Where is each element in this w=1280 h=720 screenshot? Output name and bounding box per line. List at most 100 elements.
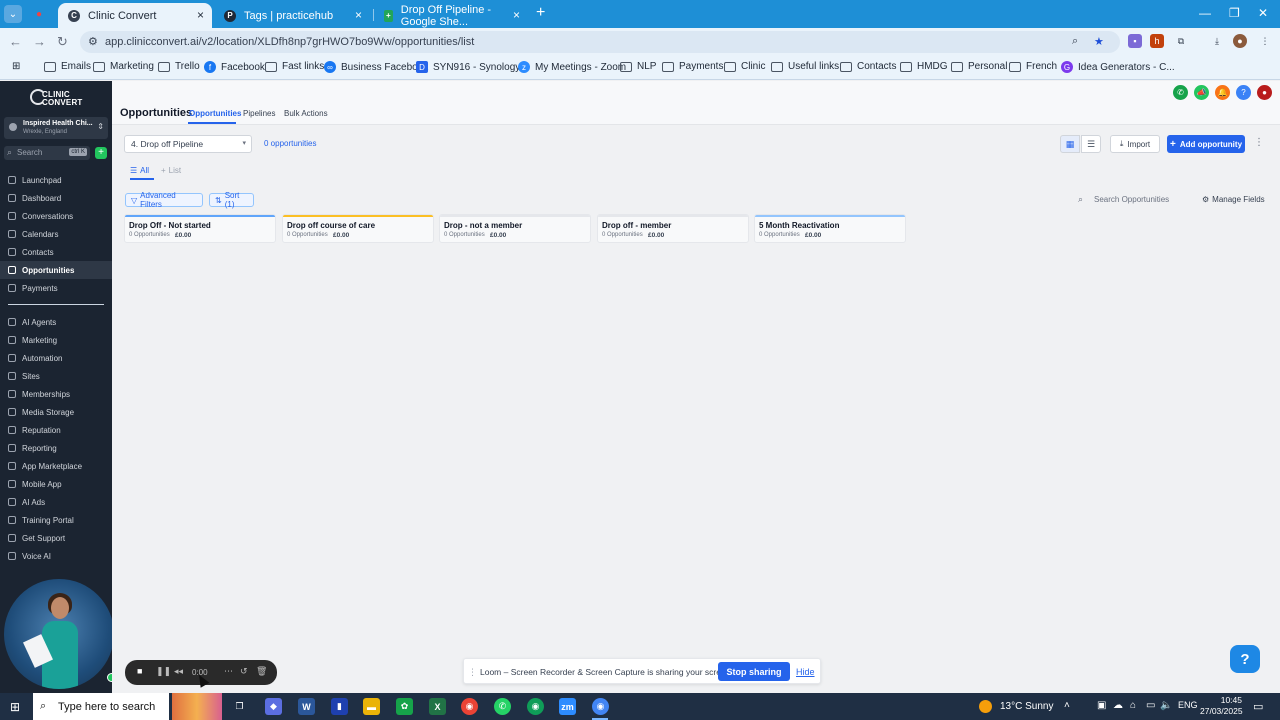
notification-bell-icon[interactable]: 🔔 bbox=[1215, 85, 1230, 100]
monitor-icon[interactable]: ▭ bbox=[1146, 700, 1155, 711]
bookmark-fast-links[interactable]: Fast links bbox=[265, 61, 324, 72]
close-icon[interactable]: × bbox=[513, 8, 520, 22]
taskbar-search[interactable]: ⌕ Type here to search bbox=[33, 693, 169, 720]
network-icon[interactable]: ⌂ bbox=[1130, 700, 1136, 711]
flag-app-icon[interactable]: ▮ bbox=[331, 698, 348, 715]
extension-icon[interactable]: ▪ bbox=[1128, 34, 1142, 48]
list-view-icon[interactable]: ☰ bbox=[1081, 135, 1101, 153]
drag-handle-icon[interactable]: ⋮ bbox=[468, 667, 477, 678]
sidebar-item-automation[interactable]: Automation bbox=[0, 349, 112, 367]
help-chat-button[interactable]: ? bbox=[1230, 645, 1260, 673]
weather-widget[interactable]: 13°C Sunny bbox=[979, 700, 1053, 713]
task-view-icon[interactable]: ❐ bbox=[231, 698, 248, 715]
bookmark-star-icon[interactable]: ★ bbox=[1094, 35, 1104, 48]
board-view-icon[interactable]: ▦ bbox=[1060, 135, 1080, 153]
stop-sharing-button[interactable]: Stop sharing bbox=[718, 662, 790, 681]
reload-icon[interactable]: ↻ bbox=[57, 34, 68, 50]
word-icon[interactable]: W bbox=[298, 698, 315, 715]
sidebar-item-contacts[interactable]: Contacts bbox=[0, 243, 112, 261]
manage-fields-button[interactable]: ⚙ Manage Fields bbox=[1202, 195, 1265, 204]
sidebar-item-ai-agents[interactable]: AI Agents bbox=[0, 313, 112, 331]
rewind-icon[interactable]: ◂◂ bbox=[174, 666, 183, 677]
browser-menu-icon[interactable]: ⋮ bbox=[1258, 34, 1272, 48]
megaphone-icon[interactable]: 📣 bbox=[1194, 85, 1209, 100]
tab-practicehub[interactable]: P Tags | practicehub × bbox=[214, 3, 370, 28]
pipeline-select[interactable]: 4. Drop off Pipeline ▾ bbox=[124, 135, 252, 153]
tray-app-icon[interactable]: ▣ bbox=[1097, 700, 1106, 711]
bookmark-facebook[interactable]: f Facebook bbox=[204, 61, 265, 73]
tab-bulk-actions[interactable]: Bulk Actions bbox=[284, 109, 328, 118]
delete-icon[interactable]: 🗑 bbox=[256, 666, 267, 677]
extensions-puzzle-icon[interactable]: ⧉ bbox=[1174, 34, 1188, 48]
pipeline-stage[interactable]: Drop off course of care 0 Opportunities … bbox=[282, 214, 434, 243]
bookmark-marketing[interactable]: Marketing bbox=[93, 61, 154, 72]
new-tab-icon[interactable]: + bbox=[536, 4, 545, 22]
drawing-tools-icon[interactable]: ⋯ bbox=[224, 666, 233, 677]
avatar[interactable]: ● bbox=[1233, 34, 1247, 48]
site-info-icon[interactable]: ⚙ bbox=[88, 35, 98, 48]
pipeline-stage[interactable]: 5 Month Reactivation 0 Opportunities £0.… bbox=[754, 214, 906, 243]
sidebar-item-ai-ads[interactable]: AI Ads bbox=[0, 493, 112, 511]
bookmark-nlp[interactable]: NLP bbox=[620, 61, 656, 72]
sidebar-item-opportunities[interactable]: Opportunities bbox=[0, 261, 112, 279]
bookmark-emails[interactable]: Emails bbox=[44, 61, 91, 72]
zoom-icon[interactable]: zm bbox=[559, 698, 576, 715]
sidebar-item-get-support[interactable]: Get Support bbox=[0, 529, 112, 547]
view-tab-list[interactable]: + List bbox=[161, 166, 181, 175]
loom-camera-bubble[interactable] bbox=[4, 579, 114, 689]
sidebar-item-conversations[interactable]: Conversations bbox=[0, 207, 112, 225]
file-explorer-icon[interactable]: ▬ bbox=[363, 698, 380, 715]
bookmark-idea-generators[interactable]: G Idea Generators - C... bbox=[1061, 61, 1175, 73]
window-close-icon[interactable]: ✕ bbox=[1258, 6, 1268, 20]
apps-grid-icon[interactable]: ⊞ bbox=[12, 61, 20, 72]
help-icon[interactable]: ? bbox=[1236, 85, 1251, 100]
sidebar-item-marketing[interactable]: Marketing bbox=[0, 331, 112, 349]
extension-icon[interactable]: h bbox=[1150, 34, 1164, 48]
tray-cloud-icon[interactable]: ☁ bbox=[1113, 700, 1123, 711]
bookmark-clinic[interactable]: Clinic bbox=[724, 61, 765, 72]
hide-link[interactable]: Hide bbox=[796, 667, 815, 677]
minimize-icon[interactable]: — bbox=[1199, 6, 1211, 20]
zoom-search-icon[interactable]: ⌕ bbox=[1072, 35, 1078, 48]
sidebar-search[interactable]: ⌕ Search ctrl K bbox=[4, 146, 90, 160]
app-icon[interactable]: ✿ bbox=[396, 698, 413, 715]
notifications-icon[interactable]: ▭ bbox=[1253, 700, 1263, 713]
bookmark-contacts[interactable]: Contacts bbox=[840, 61, 896, 72]
stop-recording-icon[interactable]: ■ bbox=[137, 666, 142, 676]
bookmark-trello[interactable]: Trello bbox=[158, 61, 200, 72]
add-opportunity-button[interactable]: + Add opportunity bbox=[1167, 135, 1245, 153]
advanced-filters-button[interactable]: ▽ Advanced Filters bbox=[125, 191, 203, 209]
tab-pipelines[interactable]: Pipelines bbox=[243, 109, 275, 118]
restart-icon[interactable]: ↺ bbox=[240, 666, 248, 677]
bookmark-payments[interactable]: Payments bbox=[662, 61, 723, 72]
bookmark-zoom[interactable]: z My Meetings - Zoom bbox=[518, 61, 626, 73]
quick-add-button[interactable]: + bbox=[95, 147, 107, 159]
import-button[interactable]: ⤓ Import bbox=[1110, 135, 1160, 153]
sidebar-item-launchpad[interactable]: Launchpad bbox=[0, 171, 112, 189]
account-switcher[interactable]: Inspired Health Chi... Wrexle, England ⇕ bbox=[4, 117, 108, 139]
sidebar-item-reporting[interactable]: Reporting bbox=[0, 439, 112, 457]
language-indicator[interactable]: ENG bbox=[1178, 700, 1198, 710]
bookmark-personal[interactable]: Personal bbox=[951, 61, 1007, 72]
view-tab-all[interactable]: ☰ All bbox=[130, 166, 149, 175]
download-icon[interactable]: ⤓ bbox=[1210, 34, 1224, 48]
sidebar-item-reputation[interactable]: Reputation bbox=[0, 421, 112, 439]
sidebar-item-media-storage[interactable]: Media Storage bbox=[0, 403, 112, 421]
close-icon[interactable]: × bbox=[197, 8, 204, 22]
show-hidden-icons-icon[interactable]: ˄ bbox=[1064, 700, 1070, 711]
maximize-icon[interactable]: ❐ bbox=[1229, 6, 1240, 20]
sidebar-item-dashboard[interactable]: Dashboard bbox=[0, 189, 112, 207]
sidebar-item-calendars[interactable]: Calendars bbox=[0, 225, 112, 243]
pipeline-stage[interactable]: Drop - not a member 0 Opportunities £0.0… bbox=[439, 214, 591, 243]
sidebar-item-training-portal[interactable]: Training Portal bbox=[0, 511, 112, 529]
sidebar-item-app-marketplace[interactable]: App Marketplace bbox=[0, 457, 112, 475]
bookmark-french[interactable]: French bbox=[1009, 61, 1057, 72]
chrome-profile-icon[interactable]: ◉ bbox=[527, 698, 544, 715]
back-icon[interactable]: ← bbox=[9, 34, 22, 49]
sidebar-item-payments[interactable]: Payments bbox=[0, 279, 112, 297]
profile-icon[interactable]: ● bbox=[30, 5, 48, 23]
chrome-active-icon[interactable]: ◉ bbox=[592, 698, 609, 715]
url-field[interactable]: ⚙ app.clinicconvert.ai/v2/location/XLDfh… bbox=[80, 31, 1120, 53]
volume-icon[interactable]: 🔈 bbox=[1160, 700, 1172, 711]
tab-clinic-convert[interactable]: C Clinic Convert × bbox=[58, 3, 212, 28]
